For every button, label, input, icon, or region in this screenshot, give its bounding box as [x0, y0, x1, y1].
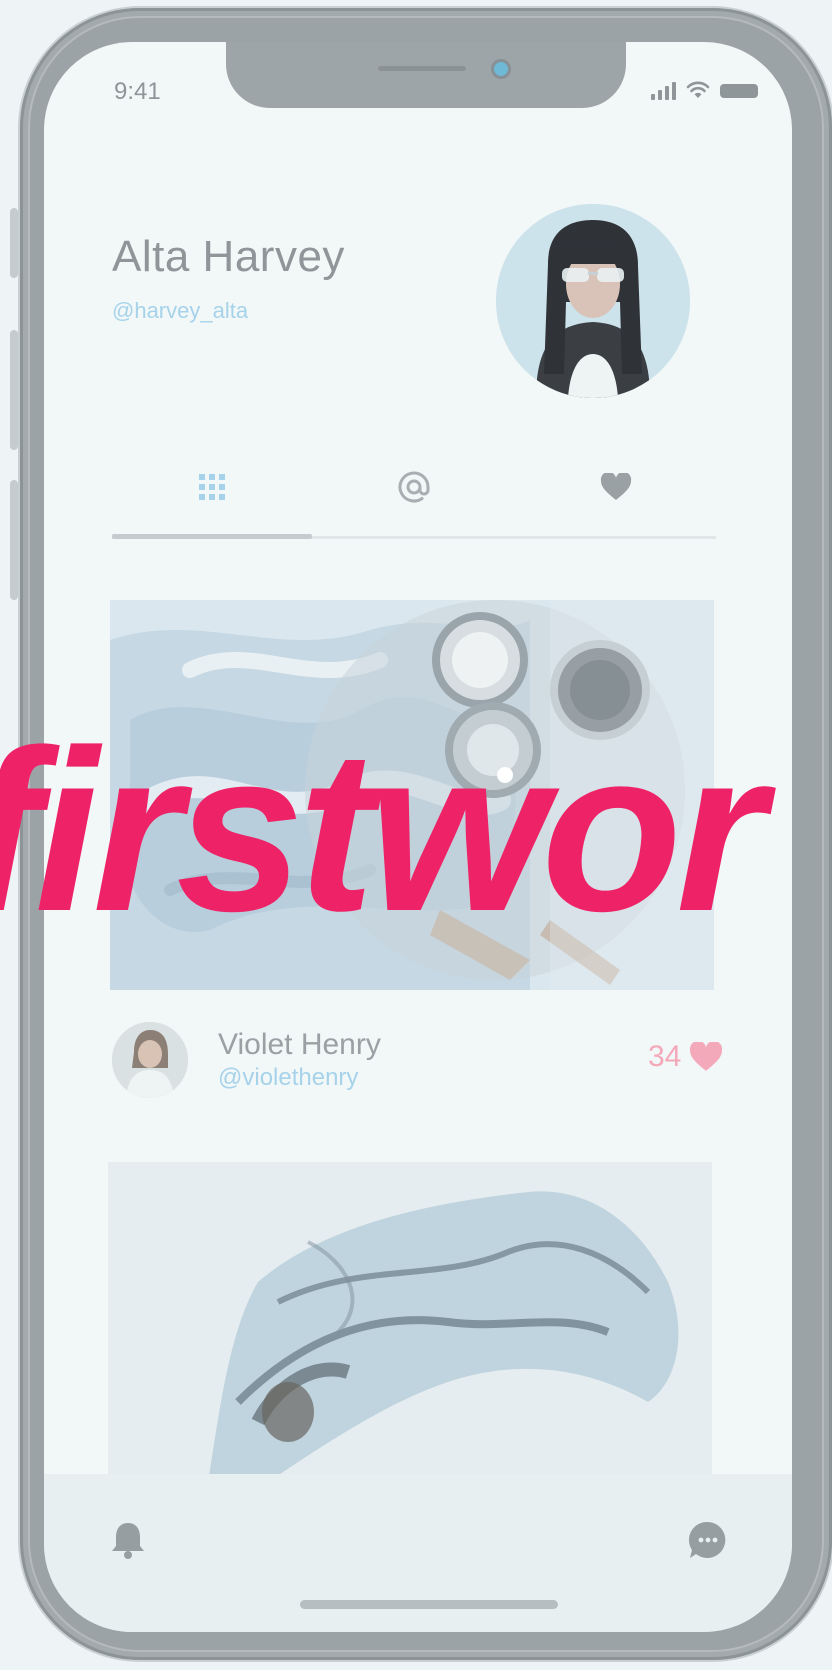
home-indicator[interactable]: [300, 1600, 558, 1609]
bell-icon: [112, 1523, 144, 1559]
grid-icon: [199, 474, 225, 500]
battery-icon: [720, 84, 758, 98]
speaker: [378, 66, 466, 71]
signal-icon: [651, 82, 676, 100]
post-author-name[interactable]: Violet Henry: [218, 1028, 381, 1062]
chat-icon: [688, 1521, 726, 1558]
side-button-mute[interactable]: [10, 208, 18, 278]
like-count: 34: [648, 1040, 682, 1073]
profile-avatar-image: [496, 204, 690, 398]
tab-mentions[interactable]: [314, 462, 514, 512]
wifi-icon: [686, 81, 710, 98]
author-avatar-image: [112, 1022, 188, 1098]
fabric-image: [108, 1162, 712, 1482]
profile-avatar[interactable]: [496, 204, 690, 398]
notch: [226, 42, 626, 108]
heart-icon: [690, 1042, 723, 1071]
post-author-avatar[interactable]: [112, 1022, 188, 1098]
profile-tabs: [112, 462, 716, 539]
like-counter[interactable]: 34: [648, 1040, 723, 1074]
tab-likes[interactable]: [516, 462, 716, 512]
post-image[interactable]: [108, 1162, 712, 1482]
post-author-handle[interactable]: @violethenry: [218, 1064, 358, 1092]
heart-icon: [600, 473, 632, 500]
tab-active-indicator: [112, 534, 312, 539]
status-icons: [651, 80, 758, 100]
profile-name: Alta Harvey: [112, 232, 345, 281]
overlay-watermark-text: firstwor: [0, 702, 765, 959]
status-time: 9:41: [114, 78, 161, 105]
tab-grid[interactable]: [112, 462, 312, 512]
side-button-volume-down[interactable]: [10, 480, 18, 600]
at-icon: [398, 471, 430, 503]
side-button-volume-up[interactable]: [10, 330, 18, 450]
messages-button[interactable]: [688, 1520, 728, 1564]
profile-handle[interactable]: @harvey_alta: [112, 298, 248, 324]
notifications-button[interactable]: [110, 1520, 146, 1564]
front-camera: [494, 62, 508, 76]
